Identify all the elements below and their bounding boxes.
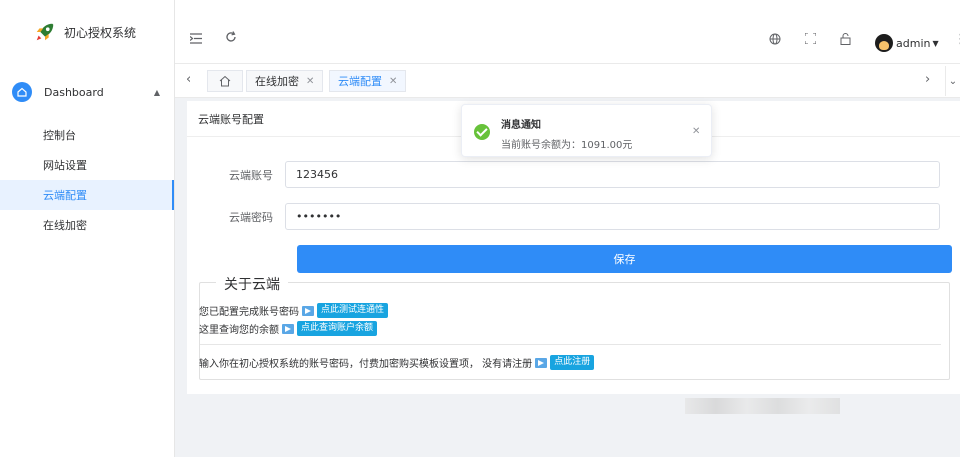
arrow-right-icon	[535, 357, 548, 368]
divider	[200, 344, 941, 345]
lock-icon[interactable]	[840, 33, 851, 49]
more-icon[interactable]: ⋮	[954, 32, 960, 47]
tab-cloud-config[interactable]: 云端配置 ✕	[329, 70, 407, 92]
success-notification: 消息通知 当前账号余额为：1091.00元 ✕	[461, 104, 712, 157]
sidebar: 初心授权系统 Dashboard ▲ 控制台 网站设置 云端配置 在线加密	[0, 0, 175, 457]
home-icon	[12, 82, 32, 102]
chevron-up-icon: ▲	[153, 87, 160, 97]
sidebar-item-label: 控制台	[43, 129, 76, 142]
sidebar-item-site-settings[interactable]: 网站设置	[0, 150, 174, 180]
tab-label: 在线加密	[255, 75, 299, 88]
password-row: 云端密码 •••••••	[187, 203, 940, 230]
password-label: 云端密码	[229, 210, 273, 224]
save-button[interactable]: 保存	[297, 245, 952, 273]
sidebar-group-dashboard[interactable]: Dashboard ▲	[0, 66, 174, 118]
register-line: 输入你在初心授权系统的账号密码，付费加密购买模板设置项， 没有请注册 点此注册	[199, 355, 595, 370]
sidebar-menu: 控制台 网站设置 云端配置 在线加密	[0, 120, 174, 240]
close-icon[interactable]: ✕	[306, 76, 314, 87]
sidebar-item-label: 在线加密	[43, 219, 87, 232]
test-connection-button[interactable]: 点此测试连通性	[317, 303, 389, 318]
password-input[interactable]: •••••••	[285, 203, 940, 230]
query-balance-text: 这里查询您的余额	[199, 325, 279, 336]
sidebar-group-label: Dashboard	[44, 85, 104, 99]
blurred-watermark	[685, 398, 840, 414]
app-logo[interactable]: 初心授权系统	[0, 0, 174, 64]
user-name: admin	[896, 36, 931, 50]
tabs-bar: ‹ 在线加密 ✕ 云端配置 ✕ › ⌄	[175, 64, 960, 98]
account-row: 云端账号 123456	[187, 161, 940, 188]
user-menu[interactable]: admin ▼	[875, 34, 939, 52]
sidebar-item-cloud-config[interactable]: 云端配置	[0, 180, 174, 210]
avatar	[875, 34, 893, 52]
account-label: 云端账号	[229, 168, 273, 182]
sidebar-item-console[interactable]: 控制台	[0, 120, 174, 150]
tab-online-encrypt[interactable]: 在线加密 ✕	[246, 70, 324, 92]
register-button[interactable]: 点此注册	[550, 355, 595, 370]
notification-title: 消息通知	[501, 120, 541, 131]
about-cloud-fieldset: 关于云端 您已配置完成账号密码 点此测试连通性 这里查询您的余额 点此查询账户余…	[199, 274, 950, 380]
query-balance-line: 这里查询您的余额 点此查询账户余额	[199, 321, 378, 336]
tab-label: 云端配置	[338, 75, 382, 88]
tab-home[interactable]	[207, 70, 243, 92]
tabs-dropdown[interactable]: ⌄	[945, 66, 960, 96]
top-header: admin ▼ ⋮	[175, 0, 960, 64]
fullscreen-icon[interactable]	[804, 32, 817, 48]
caret-down-icon: ▼	[932, 38, 939, 48]
app-title: 初心授权系统	[64, 25, 137, 40]
close-icon[interactable]: ✕	[692, 126, 700, 137]
test-connection-text: 您已配置完成账号密码	[199, 307, 299, 318]
arrow-right-icon	[302, 305, 314, 316]
chevron-left-icon[interactable]: ‹	[186, 72, 191, 87]
sidebar-item-label: 云端配置	[43, 189, 87, 202]
close-icon[interactable]: ✕	[389, 76, 397, 87]
success-check-icon	[474, 124, 490, 140]
register-text: 输入你在初心授权系统的账号密码，付费加密购买模板设置项， 没有请注册	[199, 359, 533, 370]
notification-message: 当前账号余额为：1091.00元	[501, 140, 633, 151]
menu-fold-icon[interactable]	[189, 33, 202, 48]
chevron-down-icon: ⌄	[948, 75, 958, 87]
sidebar-item-online-encrypt[interactable]: 在线加密	[0, 210, 174, 240]
rocket-icon	[36, 23, 54, 41]
test-connection-line: 您已配置完成账号密码 点此测试连通性	[199, 303, 389, 318]
sidebar-item-label: 网站设置	[43, 159, 87, 172]
about-cloud-legend: 关于云端	[216, 274, 288, 294]
arrow-right-icon	[282, 323, 294, 334]
chevron-right-icon[interactable]: ›	[925, 72, 930, 87]
query-balance-button[interactable]: 点此查询账户余额	[297, 321, 378, 336]
refresh-icon[interactable]	[225, 31, 237, 47]
globe-icon[interactable]	[769, 33, 781, 49]
home-icon	[219, 75, 231, 87]
account-input[interactable]: 123456	[285, 161, 940, 188]
